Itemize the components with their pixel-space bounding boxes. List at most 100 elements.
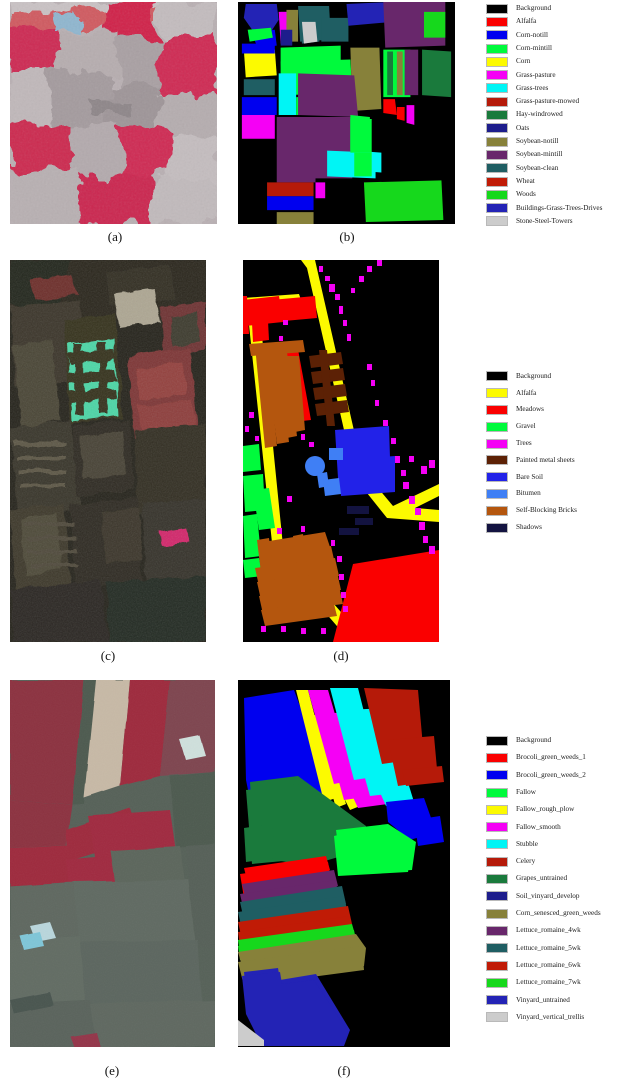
legend-swatch — [486, 30, 508, 41]
legend-item: Meadows — [486, 402, 577, 419]
legend-swatch — [486, 16, 508, 27]
legend-item: Fallow — [486, 784, 601, 801]
legend-swatch — [486, 735, 508, 746]
legend-item: Corn_senesced_green_weeds — [486, 905, 601, 922]
legend-item: Soil_vinyard_develop — [486, 888, 601, 905]
legend-label: Brocoli_green_weeds_1 — [516, 753, 586, 762]
legend-label: Background — [516, 371, 552, 380]
legend-swatch — [486, 404, 508, 415]
legend-swatch — [486, 977, 508, 988]
legend-label: Hay-windrowed — [516, 110, 563, 119]
legend-swatch — [486, 216, 508, 227]
legend-item: Self-Blocking Bricks — [486, 502, 577, 519]
legend-label: Oats — [516, 123, 530, 132]
caption-c: (c) — [100, 648, 116, 663]
legend-swatch — [486, 522, 508, 533]
legend-label: Fallow_rough_plow — [516, 805, 575, 814]
legend-swatch — [486, 908, 508, 919]
legend-label: Bitumen — [516, 489, 541, 498]
legend-label: Alfalfa — [516, 17, 537, 26]
legend-label: Woods — [516, 190, 536, 199]
legend-label: Fallow_smooth — [516, 822, 561, 831]
legend-item: Grass-trees — [486, 82, 602, 95]
legend-label: Alfalfa — [516, 388, 537, 397]
legend-swatch — [486, 438, 508, 449]
panel-pavia-groundtruth — [243, 260, 439, 642]
legend-label: Grass-trees — [516, 83, 549, 92]
panel-pavia-falsecolor — [10, 260, 206, 642]
legend-item: Vinyard_untrained — [486, 991, 601, 1008]
legend-item: Oats — [486, 122, 602, 135]
legend-swatch — [486, 804, 508, 815]
legend-item: Background — [486, 732, 601, 749]
legend-item: Buildings-Grass-Trees-Drives — [486, 201, 602, 214]
legend-swatch — [486, 488, 508, 499]
legend-item: Trees — [486, 435, 577, 452]
legend-item: Soybean-notill — [486, 135, 602, 148]
legend-indian-pines: Background Alfalfa Corn-notill Corn-mint… — [486, 2, 602, 228]
legend-item: Grapes_untrained — [486, 870, 601, 887]
panel-indian-pines-falsecolor — [10, 2, 217, 224]
legend-swatch — [486, 149, 508, 160]
legend-swatch — [486, 856, 508, 867]
legend-label: Corn-notill — [516, 30, 548, 39]
legend-label: Stone-Steel-Towers — [516, 216, 573, 225]
caption-f: (f) — [337, 1063, 351, 1078]
legend-swatch — [486, 163, 508, 174]
caption-e: (e) — [104, 1063, 120, 1078]
legend-swatch — [486, 874, 508, 885]
legend-item: Bitumen — [486, 486, 577, 503]
legend-item: Lettuce_romaine_5wk — [486, 940, 601, 957]
legend-label: Lettuce_romaine_5wk — [516, 943, 581, 952]
legend-item: Lettuce_romaine_7wk — [486, 974, 601, 991]
legend-swatch — [486, 505, 508, 516]
legend-swatch — [486, 839, 508, 850]
legend-label: Shadows — [516, 522, 542, 531]
legend-item: Corn-mintill — [486, 42, 602, 55]
legend-swatch — [486, 960, 508, 971]
legend-item: Fallow_smooth — [486, 818, 601, 835]
legend-label: Lettuce_romaine_4wk — [516, 926, 581, 935]
indian-pines-ground-truth-map — [238, 2, 455, 224]
legend-item: Stone-Steel-Towers — [486, 215, 602, 228]
legend-swatch — [486, 70, 508, 81]
legend-item: Painted metal sheets — [486, 452, 577, 469]
legend-swatch — [486, 455, 508, 466]
legend-item: Alfalfa — [486, 385, 577, 402]
legend-swatch — [486, 752, 508, 763]
legend-label: Soybean-clean — [516, 163, 559, 172]
legend-label: Soybean-mintill — [516, 150, 563, 159]
legend-swatch — [486, 472, 508, 483]
legend-label: Soil_vinyard_develop — [516, 891, 580, 900]
legend-swatch — [486, 388, 508, 399]
legend-item: Brocoli_green_weeds_2 — [486, 767, 601, 784]
legend-swatch — [486, 371, 508, 382]
legend-pavia-university: Background Alfalfa Meadows Gravel Trees … — [486, 368, 577, 536]
pavia-ground-truth-map — [243, 260, 439, 642]
legend-swatch — [486, 176, 508, 187]
legend-label: Lettuce_romaine_7wk — [516, 978, 581, 987]
legend-label: Gravel — [516, 422, 536, 431]
legend-item: Grass-pasture-mowed — [486, 95, 602, 108]
pavia-false-color-image — [10, 260, 206, 642]
legend-item: Stubble — [486, 836, 601, 853]
salinas-ground-truth-map — [238, 680, 450, 1047]
panel-salinas-falsecolor — [10, 680, 215, 1047]
caption-a: (a) — [107, 229, 123, 244]
legend-swatch — [486, 43, 508, 54]
salinas-false-color-image — [10, 680, 215, 1047]
legend-label: Background — [516, 736, 552, 745]
legend-swatch — [486, 787, 508, 798]
caption-b: (b) — [339, 229, 355, 244]
legend-label: Stubble — [516, 839, 538, 848]
legend-item: Gravel — [486, 418, 577, 435]
legend-swatch — [486, 203, 508, 214]
legend-label: Wheat — [516, 176, 535, 185]
legend-swatch — [486, 995, 508, 1006]
legend-label: Buildings-Grass-Trees-Drives — [516, 203, 603, 212]
legend-salinas: Background Brocoli_green_weeds_1 Brocoli… — [486, 732, 601, 1026]
legend-label: Grass-pasture — [516, 70, 556, 79]
legend-item: Lettuce_romaine_4wk — [486, 922, 601, 939]
legend-swatch — [486, 3, 508, 14]
legend-label: Fallow — [516, 787, 536, 796]
